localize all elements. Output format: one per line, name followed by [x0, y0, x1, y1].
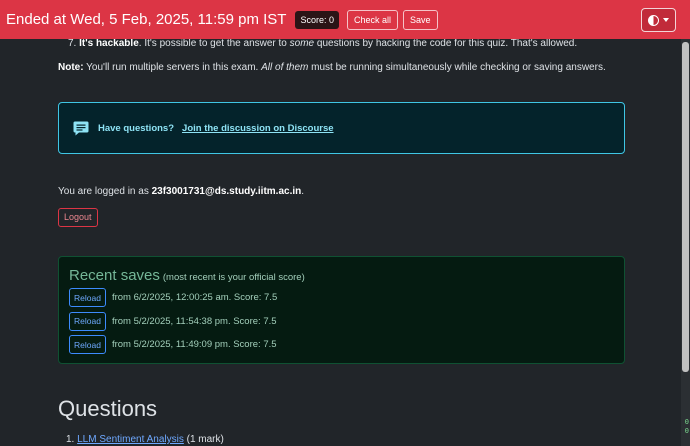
reload-button[interactable]: Reload — [69, 335, 106, 355]
save-entry-text: from 5/2/2025, 11:54:38 pm. Score: 7.5 — [111, 315, 277, 327]
save-row: Reload from 6/2/2025, 12:00:25 am. Score… — [69, 288, 614, 308]
save-entry-text: from 6/2/2025, 12:00:25 am. Score: 7.5 — [111, 292, 278, 304]
scrollbar-thumb[interactable] — [682, 42, 689, 372]
logged-in-text: You are logged in as 23f3001731@ds.study… — [58, 186, 305, 197]
edge-indicator-text: 0 0 — [684, 418, 689, 435]
save-row: Reload from 5/2/2025, 11:49:09 pm. Score… — [69, 335, 614, 355]
logout-button[interactable]: Logout — [58, 208, 98, 227]
score-badge: Score: 0 — [295, 10, 339, 29]
reload-button[interactable]: Reload — [69, 311, 106, 331]
instruction-item-7: 7. It's hackable. It's possible to get t… — [68, 38, 578, 49]
top-navbar: Ended at Wed, 5 Feb, 2025, 11:59 pm IST … — [0, 0, 690, 39]
save-button[interactable]: Save — [403, 9, 438, 30]
recent-saves-panel: Recent saves (most recent is your officia… — [58, 256, 625, 364]
check-all-button[interactable]: Check all — [346, 9, 398, 30]
save-row: Reload from 5/2/2025, 11:54:38 pm. Score… — [69, 311, 614, 332]
reload-button[interactable]: Reload — [69, 288, 106, 308]
chat-icon — [73, 121, 89, 136]
theme-toggle-button[interactable] — [641, 8, 676, 32]
questions-heading: Questions — [58, 396, 158, 421]
question-link-llm-sentiment[interactable]: LLM Sentiment Analysis — [77, 434, 184, 445]
discourse-link[interactable]: Join the discussion on Discourse — [182, 123, 334, 134]
caret-down-icon — [663, 18, 669, 22]
user-email: 23f3001731@ds.study.iitm.ac.in — [151, 186, 302, 197]
recent-saves-title: Recent saves (most recent is your officia… — [69, 267, 305, 284]
save-entry-text: from 5/2/2025, 11:49:09 pm. Score: 7.5 — [111, 339, 277, 351]
have-questions-label: Have questions? — [98, 122, 175, 134]
discourse-alert: Have questions? Join the discussion on D… — [58, 102, 625, 154]
contrast-icon — [648, 14, 659, 26]
recent-saves-subtitle: (most recent is your official score) — [162, 272, 305, 283]
exam-status-title: Ended at Wed, 5 Feb, 2025, 11:59 pm IST — [6, 11, 287, 28]
question-list-item: 1. LLM Sentiment Analysis (1 mark) — [66, 434, 224, 445]
note-paragraph: Note: You'll run multiple servers in thi… — [58, 62, 606, 73]
